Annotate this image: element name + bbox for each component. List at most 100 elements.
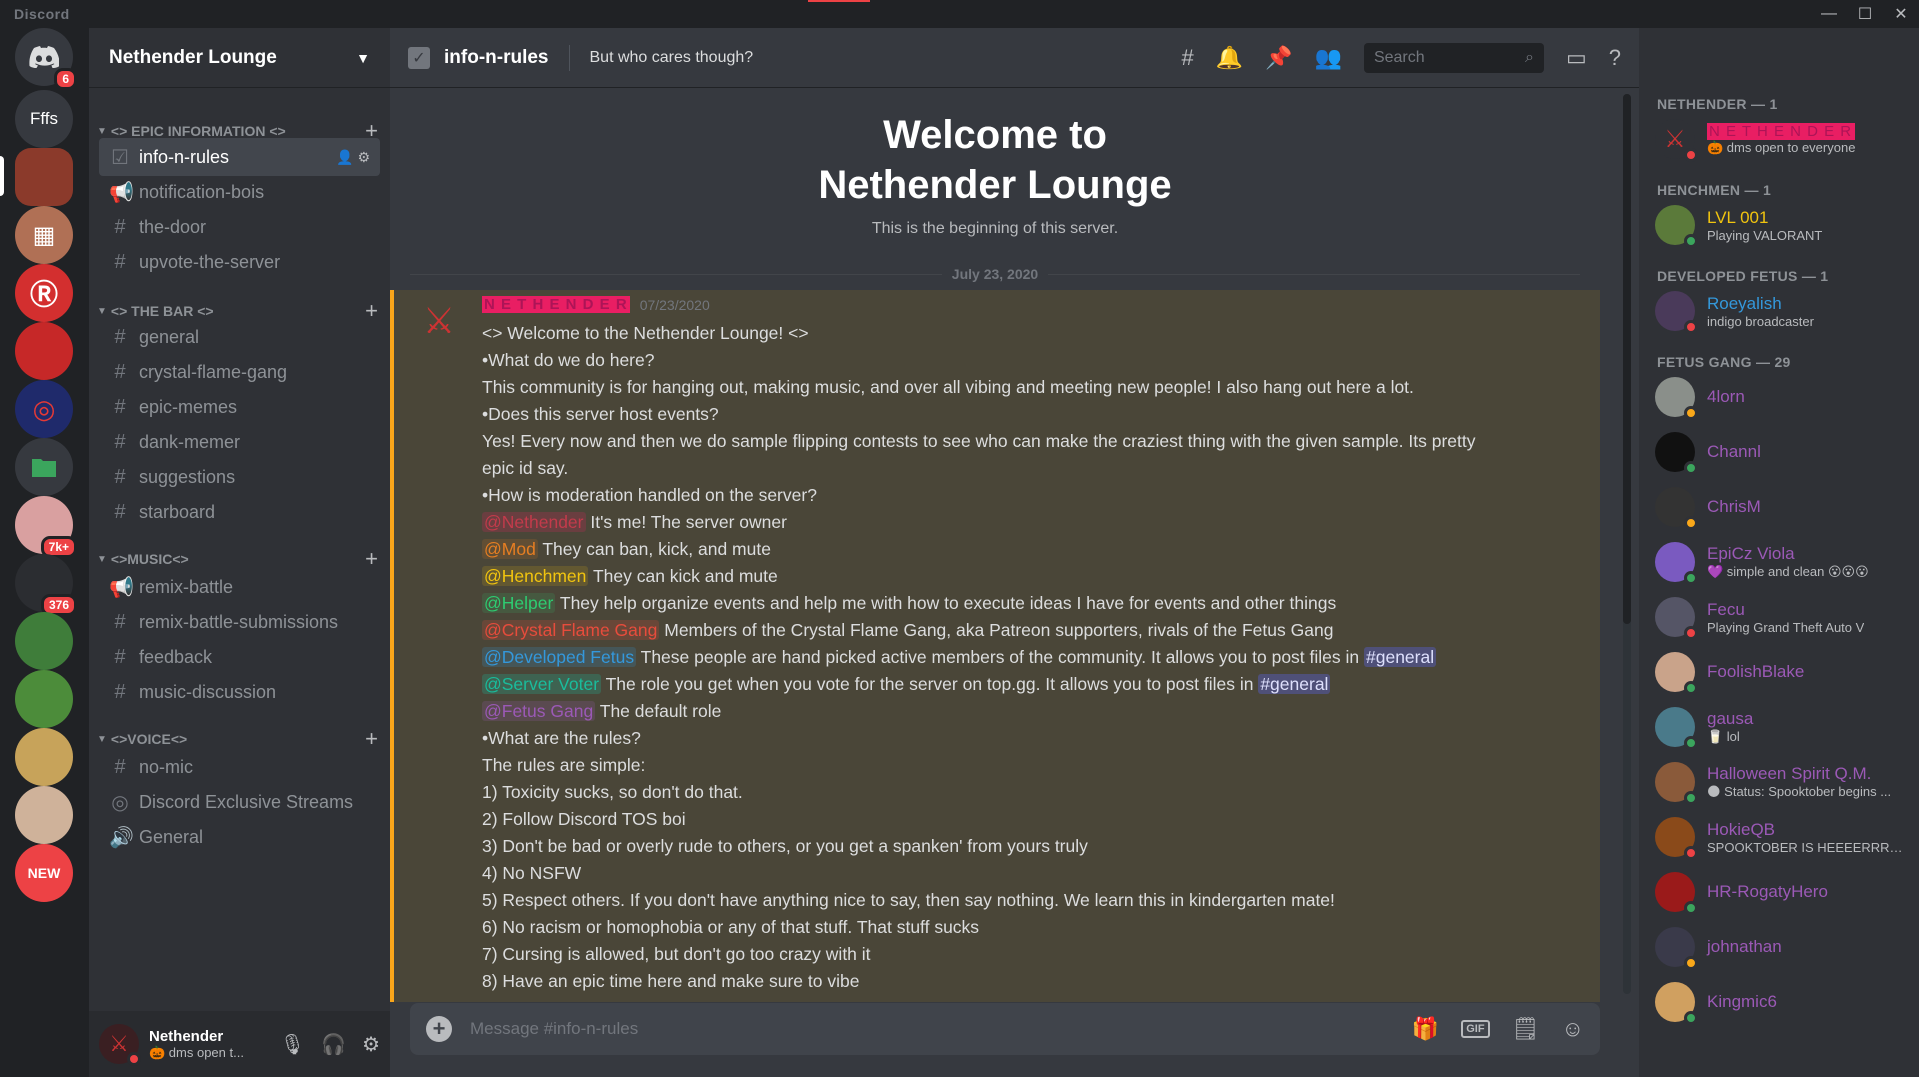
message[interactable]: ⚔ N E T H E N D E R 07/23/2020 <> Welcom… <box>390 290 1600 1002</box>
avatar[interactable]: ⚔ <box>414 296 464 346</box>
member-item[interactable]: Roeyalish indigo broadcaster <box>1649 286 1911 336</box>
guild-fffs[interactable]: Fffs <box>15 90 73 148</box>
close-button[interactable]: ✕ <box>1883 0 1919 28</box>
threads-icon[interactable]: # <box>1181 45 1193 71</box>
bell-icon[interactable]: 🔔 <box>1216 45 1243 71</box>
category-voice[interactable]: ▼ <>VOICE<> + <box>97 726 378 751</box>
role-mention[interactable]: @Henchmen <box>482 566 589 586</box>
channel-link-general[interactable]: #general <box>1364 647 1437 667</box>
chevron-down-icon: ▼ <box>356 49 370 66</box>
message-line: •How is moderation handled on the server… <box>482 485 817 505</box>
member-name: LVL 001 <box>1707 207 1769 227</box>
member-item[interactable]: ⚔ N E T H E N D E R 🎃 dms open to everyone <box>1649 114 1911 164</box>
member-item[interactable]: Kingmic6 <box>1649 977 1911 1027</box>
role-mention[interactable]: @Developed Fetus <box>482 647 637 667</box>
member-item[interactable]: FoolishBlake <box>1649 647 1911 697</box>
guild-icon[interactable]: 376 <box>15 554 77 616</box>
channel-discord-exclusive-streams[interactable]: ◎ Discord Exclusive Streams <box>99 783 380 821</box>
channel-epic-memes[interactable]: # epic-memes <box>99 388 380 426</box>
status-online-icon <box>1684 461 1698 475</box>
sticker-icon[interactable]: 🗒 <box>1512 1016 1540 1042</box>
guild-icon[interactable] <box>15 612 73 670</box>
minimize-button[interactable]: — <box>1811 0 1847 28</box>
channel-suggestions[interactable]: # suggestions <box>99 458 380 496</box>
channel-dank-memer[interactable]: # dank-memer <box>99 423 380 461</box>
search-input[interactable]: Search ⌕ <box>1363 42 1544 73</box>
channel-music-discussion[interactable]: # music-discussion <box>99 673 380 711</box>
username: Nethender <box>149 1027 224 1045</box>
guild-folder[interactable] <box>15 438 73 496</box>
role-mention[interactable]: @Helper <box>482 593 556 613</box>
gear-icon[interactable]: ⚙ <box>357 149 370 165</box>
home-button[interactable]: 6 <box>15 28 77 90</box>
guild-icon[interactable]: ▦ <box>15 206 73 264</box>
help-icon[interactable]: ? <box>1609 45 1621 71</box>
channel-upvote-the-server[interactable]: # upvote-the-server <box>99 243 380 281</box>
maximize-button[interactable]: ☐ <box>1847 0 1883 28</box>
members-icon[interactable]: 👥 <box>1315 45 1342 71</box>
member-name: 4lorn <box>1707 387 1745 406</box>
pin-icon[interactable]: 📌 <box>1265 45 1292 71</box>
role-mention[interactable]: @Server Voter <box>482 674 602 694</box>
status-dnd-icon <box>1684 148 1698 162</box>
category-music[interactable]: ▼ <>MUSIC<> + <box>97 546 378 571</box>
attach-button[interactable]: + <box>426 1016 452 1042</box>
guild-icon[interactable] <box>15 786 73 844</box>
member-item[interactable]: johnathan <box>1649 922 1911 972</box>
channel-crystal-flame-gang[interactable]: # crystal-flame-gang <box>99 353 380 391</box>
member-item[interactable]: Halloween Spirit Q.M. 🌑 Status: Spooktobe… <box>1649 757 1911 807</box>
rules-icon: ☑ <box>111 146 129 169</box>
guild-icon[interactable]: ◎ <box>15 380 73 438</box>
role-mention[interactable]: @Mod <box>482 539 538 559</box>
channel-notification-bois[interactable]: 📢 notification-bois <box>99 173 380 211</box>
guild-icon[interactable] <box>15 322 73 380</box>
member-item[interactable]: HokieQB SPOOKTOBER IS HEEEERRRRR... <box>1649 812 1911 862</box>
message-input[interactable] <box>470 1019 1412 1039</box>
member-item[interactable]: EpiCz Viola 💜 simple and clean 😮😮😮 <box>1649 537 1911 587</box>
channel-link-general[interactable]: #general <box>1258 674 1331 694</box>
headphones-icon[interactable]: 🎧 <box>321 1032 346 1057</box>
channel-no-mic[interactable]: # no-mic <box>99 748 380 786</box>
microphone-icon[interactable]: 🎙 <box>280 1032 305 1057</box>
guild-icon[interactable]: 7k+ <box>15 496 77 558</box>
member-item[interactable]: ChrisM <box>1649 482 1911 532</box>
channel-remix-battle-submissions[interactable]: # remix-battle-submissions <box>99 603 380 641</box>
invite-icon[interactable]: 👤 <box>336 149 353 165</box>
member-item[interactable]: LVL 001 Playing VALORANT <box>1649 200 1911 250</box>
guild-nethender-lounge[interactable] <box>15 148 73 206</box>
member-item[interactable]: Fecu Playing Grand Theft Auto V <box>1649 592 1911 642</box>
channel-the-door[interactable]: # the-door <box>99 208 380 246</box>
avatar[interactable]: ⚔ <box>99 1024 141 1066</box>
scrollbar-thumb[interactable] <box>1623 94 1631 624</box>
guild-icon[interactable] <box>15 670 73 728</box>
guild-icon[interactable] <box>15 728 73 786</box>
channel-topic[interactable]: But who cares though? <box>590 49 754 67</box>
message-line: •Does this server host events? <box>482 404 719 424</box>
gear-icon[interactable]: ⚙ <box>362 1032 380 1057</box>
member-item[interactable]: 4lorn <box>1649 372 1911 422</box>
guild-icon[interactable]: Ⓡ <box>15 264 73 322</box>
role-mention[interactable]: @Fetus Gang <box>482 701 596 721</box>
channel-info-n-rules[interactable]: ☑ info-n-rules 👤 ⚙ <box>99 138 380 176</box>
member-item[interactable]: gausa 🥛 lol <box>1649 702 1911 752</box>
channel-remix-battle[interactable]: 📢 remix-battle <box>99 568 380 606</box>
scrollbar[interactable] <box>1623 94 1631 994</box>
guild-new[interactable]: NEW <box>15 844 73 902</box>
server-header[interactable]: Nethender Lounge ▼ <box>89 28 390 88</box>
channel-feedback[interactable]: # feedback <box>99 638 380 676</box>
user-meta[interactable]: Nethender 🎃 dms open t... <box>149 1028 244 1061</box>
gif-button[interactable]: GIF <box>1461 1020 1490 1038</box>
member-item[interactable]: HR-RogatyHero <box>1649 867 1911 917</box>
channel-label: dank-memer <box>139 431 241 452</box>
role-mention[interactable]: @Nethender <box>482 512 586 532</box>
gift-icon[interactable]: 🎁 <box>1412 1016 1439 1042</box>
emoji-icon[interactable]: ☺ <box>1562 1016 1584 1042</box>
member-item[interactable]: Channl <box>1649 427 1911 477</box>
channel-voice-general[interactable]: 🔊 General <box>99 818 380 856</box>
member-activity: 🥛 lol <box>1707 729 1740 744</box>
message-author[interactable]: N E T H E N D E R <box>482 296 630 313</box>
channel-general[interactable]: # general <box>99 318 380 356</box>
inbox-icon[interactable]: ▭ <box>1566 45 1587 71</box>
role-mention[interactable]: @Crystal Flame Gang <box>482 620 660 640</box>
channel-starboard[interactable]: # starboard <box>99 493 380 531</box>
